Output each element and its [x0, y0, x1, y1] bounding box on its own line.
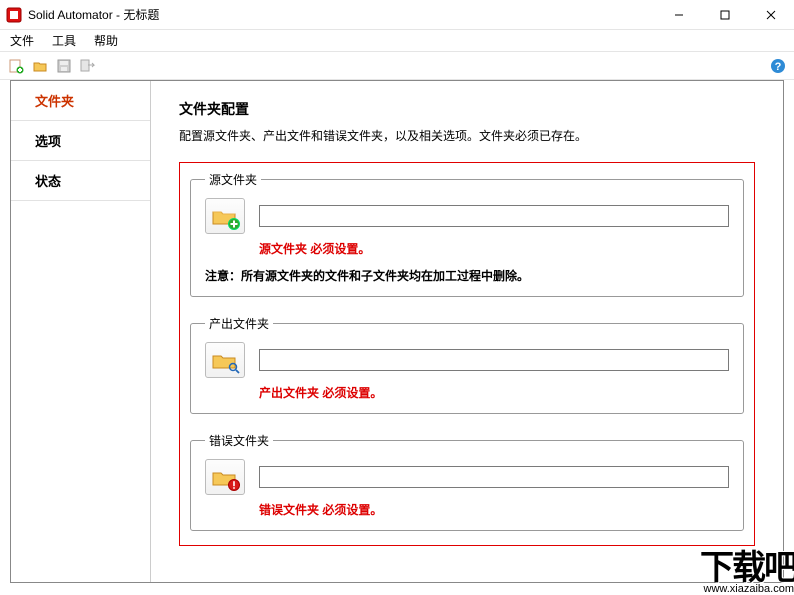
output-folder-input[interactable] [259, 349, 729, 371]
page-title: 文件夹配置 [179, 99, 755, 119]
sidebar-item-status[interactable]: 状态 [11, 161, 150, 201]
sidebar-item-folders[interactable]: 文件夹 [11, 81, 150, 121]
error-folder-legend: 错误文件夹 [205, 432, 273, 449]
close-button[interactable] [748, 0, 794, 29]
content-pane: 文件夹 选项 状态 文件夹配置 配置源文件夹、产出文件和错误文件夹，以及相关选项… [10, 80, 784, 583]
search-overlay-icon [228, 362, 240, 374]
output-folder-error: 产出文件夹 必须设置。 [259, 384, 729, 401]
output-folder-browse-button[interactable] [205, 342, 245, 378]
menubar: 文件 工具 帮助 [0, 30, 794, 52]
svg-text:?: ? [775, 61, 782, 73]
menu-file[interactable]: 文件 [10, 32, 34, 49]
error-folder-browse-button[interactable] [205, 459, 245, 495]
main-panel: 文件夹配置 配置源文件夹、产出文件和错误文件夹，以及相关选项。文件夹必须已存在。… [151, 81, 783, 582]
window-title: Solid Automator - 无标题 [28, 0, 159, 30]
source-folder-input[interactable] [259, 205, 729, 227]
output-folder-group: 产出文件夹 产出文件夹 必须设置。 [190, 315, 744, 414]
toolbar-saveas-button[interactable] [78, 56, 98, 76]
menu-help[interactable]: 帮助 [94, 32, 118, 49]
toolbar: ? [0, 52, 794, 80]
error-folder-group: 错误文件夹 错误文件夹 必须设置。 [190, 432, 744, 531]
app-icon [6, 7, 22, 23]
error-folder-input[interactable] [259, 466, 729, 488]
menu-tools[interactable]: 工具 [52, 32, 76, 49]
maximize-button[interactable] [702, 0, 748, 29]
error-folder-error: 错误文件夹 必须设置。 [259, 501, 729, 518]
toolbar-open-button[interactable] [30, 56, 50, 76]
source-folder-legend: 源文件夹 [205, 171, 261, 188]
titlebar: Solid Automator - 无标题 [0, 0, 794, 30]
toolbar-help-button[interactable]: ? [768, 56, 788, 76]
page-subtitle: 配置源文件夹、产出文件和错误文件夹，以及相关选项。文件夹必须已存在。 [179, 127, 755, 144]
highlight-box: 源文件夹 源文件夹 必须设置。 注意：所有源文件夹的文件和子文件夹均在加 [179, 162, 755, 546]
sidebar: 文件夹 选项 状态 [11, 81, 151, 582]
output-folder-legend: 产出文件夹 [205, 315, 273, 332]
sidebar-item-label: 选项 [35, 131, 61, 150]
sidebar-item-options[interactable]: 选项 [11, 121, 150, 161]
watermark-url: www.xiazaiba.com [700, 583, 794, 595]
error-overlay-icon [228, 479, 240, 491]
source-folder-browse-button[interactable] [205, 198, 245, 234]
add-overlay-icon [228, 218, 240, 230]
source-folder-group: 源文件夹 源文件夹 必须设置。 注意：所有源文件夹的文件和子文件夹均在加 [190, 171, 744, 297]
minimize-button[interactable] [656, 0, 702, 29]
sidebar-item-label: 文件夹 [35, 91, 74, 110]
toolbar-save-button[interactable] [54, 56, 74, 76]
toolbar-new-button[interactable] [6, 56, 26, 76]
source-folder-note: 注意：所有源文件夹的文件和子文件夹均在加工过程中删除。 [205, 267, 729, 284]
source-folder-error: 源文件夹 必须设置。 [259, 240, 729, 257]
sidebar-item-label: 状态 [35, 171, 61, 190]
